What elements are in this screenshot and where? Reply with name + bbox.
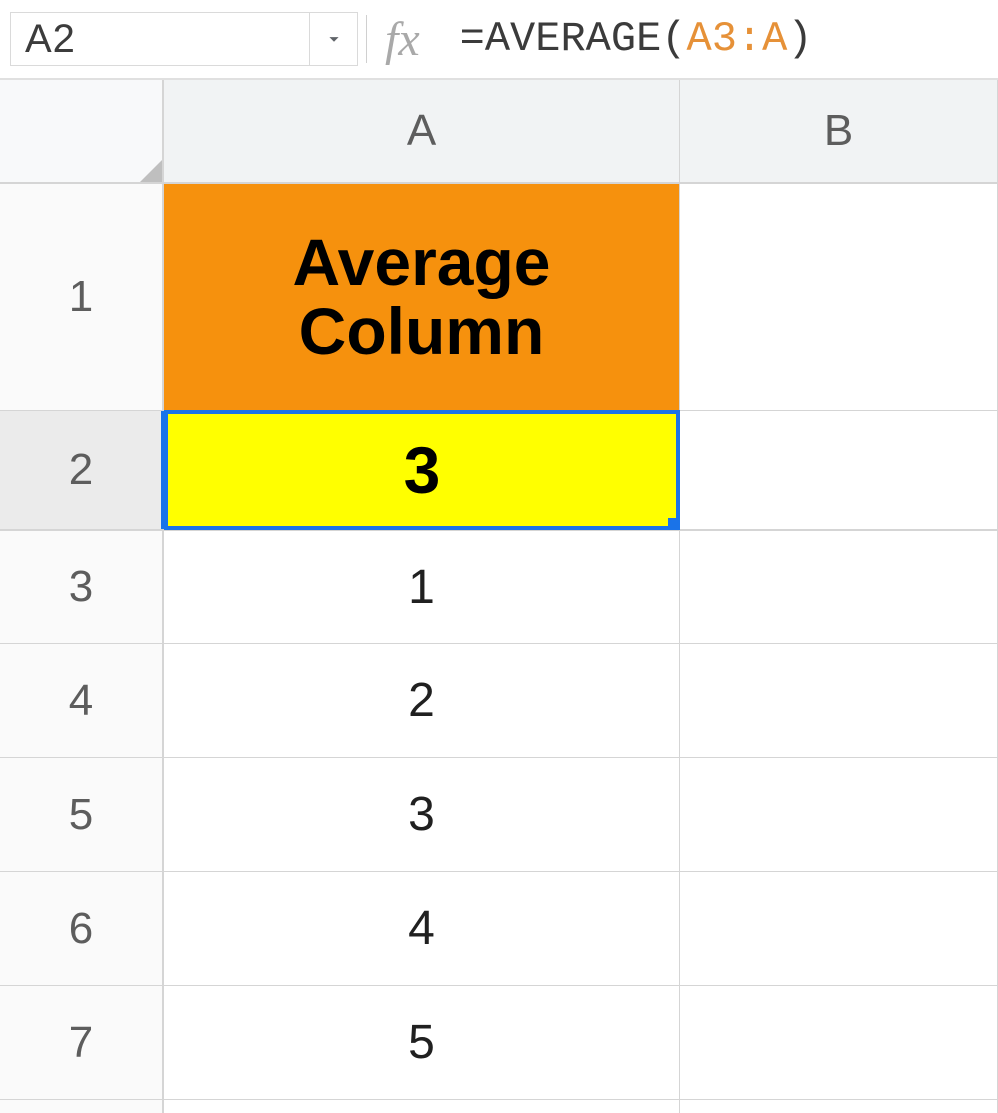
formula-range-ref: A3:A [686,15,787,63]
select-all-corner[interactable] [0,80,164,184]
row-header-2[interactable]: 2 [0,410,164,530]
cell-b5[interactable] [680,758,998,872]
row-header-5[interactable]: 5 [0,758,164,872]
cell-b2[interactable] [680,410,998,530]
cell-a7[interactable]: 5 [164,986,680,1100]
divider [366,15,367,63]
cell-a4[interactable]: 2 [164,644,680,758]
cell-a8[interactable] [164,1100,680,1113]
cell-a6[interactable]: 4 [164,872,680,986]
cell-b7[interactable] [680,986,998,1100]
cell-a5[interactable]: 3 [164,758,680,872]
formula-prefix: =AVERAGE( [460,15,687,63]
row-header-3[interactable]: 3 [0,530,164,644]
cell-b8[interactable] [680,1100,998,1113]
column-header-b[interactable]: B [680,80,998,184]
fx-icon: fx [385,12,420,67]
formula-suffix: ) [787,15,812,63]
chevron-down-icon [323,28,345,50]
row-header-6[interactable]: 6 [0,872,164,986]
name-box-dropdown[interactable] [310,12,358,66]
cell-a2-selected[interactable]: 3 [164,410,680,530]
cell-a1[interactable]: AverageColumn [164,184,680,410]
row-header-1[interactable]: 1 [0,184,164,410]
row-header-8[interactable]: 8 [0,1100,164,1113]
formula-bar: A2 fx =AVERAGE(A3:A) [0,0,998,80]
cell-a2-value: 3 [404,432,441,508]
column-header-a[interactable]: A [164,80,680,184]
cell-b1[interactable] [680,184,998,410]
cell-b3[interactable] [680,530,998,644]
spreadsheet-grid: A B 1 AverageColumn 2 3 3 1 4 2 5 3 6 4 … [0,80,998,1113]
cell-b6[interactable] [680,872,998,986]
row-header-4[interactable]: 4 [0,644,164,758]
name-box[interactable]: A2 [10,12,310,66]
cell-b4[interactable] [680,644,998,758]
cell-a3[interactable]: 1 [164,530,680,644]
formula-input[interactable]: =AVERAGE(A3:A) [460,15,813,63]
row-header-7[interactable]: 7 [0,986,164,1100]
